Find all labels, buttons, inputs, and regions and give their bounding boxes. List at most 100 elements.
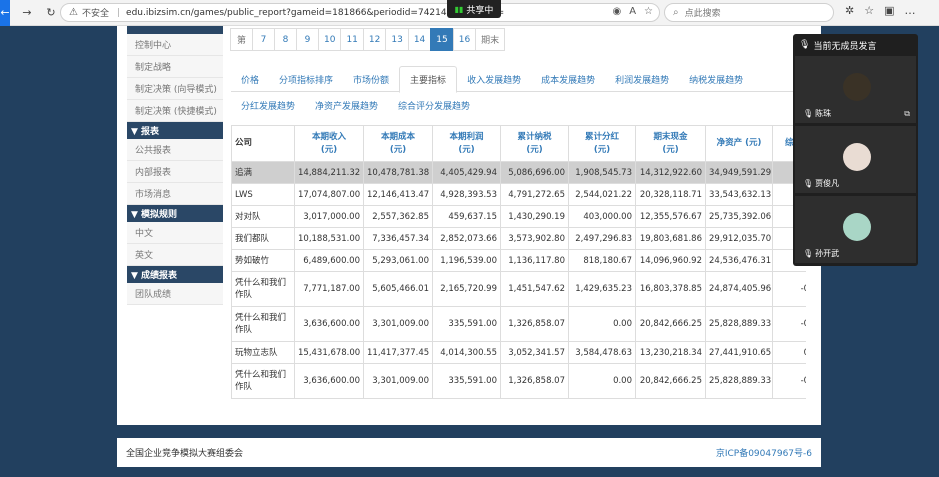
pager-page-10[interactable]: 10 (318, 28, 342, 51)
table-body: 追满 14,884,211.32 10,478,781.38 4,405,429.94… (231, 161, 806, 399)
table-cell-company: 追满 (231, 161, 295, 184)
tab-tax-trend[interactable]: 纳税发展趋势 (679, 66, 753, 92)
table-row: 凭什么和我们作队 3,636,600.00 3,301,009.00 335,591.… (231, 306, 806, 342)
table-cell: 5,086,696.00 (500, 161, 569, 184)
tab-dividend-trend[interactable]: 分红发展趋势 (231, 92, 305, 118)
table-cell-company: 凭什么和我们作队 (231, 271, 295, 307)
col-header-company: 公司 (231, 125, 295, 162)
tab-main-indicators[interactable]: 主要指标 (399, 66, 458, 93)
back-icon[interactable]: ← (0, 0, 10, 26)
address-bar[interactable]: ⚠ 不安全 | edu.ibizsim.cn/games/public_repo… (60, 3, 660, 22)
participant-tile[interactable]: 🎙 贾俊凡 (795, 126, 916, 193)
table-cell-company: 我们都队 (231, 227, 295, 250)
collections-icon[interactable]: ▣ (884, 4, 894, 17)
tab-net-asset-trend[interactable]: 净资产发展趋势 (305, 92, 388, 118)
read-aloud-icon[interactable]: A (629, 6, 636, 17)
participant-tile[interactable]: 🎙 陈珠 ⧉ (795, 56, 916, 123)
sidebar-item-control[interactable]: 控制中心 (127, 34, 223, 56)
sidebar-header-reports[interactable]: ▼ 报表 (127, 122, 223, 139)
table-cell: 3,301,009.00 (363, 306, 433, 342)
report-tabs-row1: 价格 分项指标排序 市场份额 主要指标 收入发展趋势 成本发展趋势 利润发展趋势… (231, 66, 806, 93)
sidebar-item-strategy[interactable]: 制定战略 (127, 56, 223, 78)
table-cell: 1,430,290.19 (500, 205, 569, 228)
more-icon[interactable]: … (905, 4, 916, 17)
table-cell: 14,884,211.32 (294, 161, 364, 184)
sidebar-header-results[interactable]: ▼ 成绩报表 (127, 266, 223, 283)
table-cell: 3,636,600.00 (294, 363, 364, 399)
table-row: 对对队 3,017,000.00 2,557,362.85 459,637.15 1,4… (231, 205, 806, 228)
table-cell: 0.00 (568, 306, 636, 342)
table-cell: 24,874,405.96 (705, 271, 773, 307)
participant-tile[interactable]: 🎙 孙开武 (795, 196, 916, 263)
pager-page-11[interactable]: 11 (340, 28, 364, 51)
pager-page-15[interactable]: 15 (430, 28, 454, 51)
table-cell: 3,573,902.80 (500, 227, 569, 250)
table-row: 我们都队 10,188,531.00 7,336,457.34 2,852,073.6… (231, 227, 806, 250)
sidebar-item-internal-report[interactable]: 内部报表 (127, 161, 223, 183)
table-cell: 6,489,600.00 (294, 249, 364, 272)
footer-icp-link[interactable]: 京ICP备09047967号-6 (716, 446, 812, 459)
tab-ranking[interactable]: 分项指标排序 (269, 66, 343, 92)
search-box[interactable]: ⌕ 点此搜索 (664, 3, 834, 22)
table-row: 势如破竹 6,489,600.00 5,293,061.00 1,196,539.00… (231, 249, 806, 272)
col-header-cost: 本期成本 (元) (363, 125, 433, 162)
forward-icon[interactable]: → (18, 4, 36, 22)
table-cell: 335,591.00 (432, 363, 501, 399)
favorite-icon[interactable]: ☆ (644, 6, 653, 17)
sidebar-header-rules[interactable]: ▼ 模拟规则 (127, 205, 223, 222)
table-cell-company: LWS (231, 183, 295, 206)
table-cell: 1,429,635.23 (568, 271, 636, 307)
table-cell: 3,052,341.57 (500, 341, 569, 364)
table-header-row: 公司 本期收入 (元) 本期成本 (元) 本期利润 (元) 累计纳税 (元) 累… (231, 125, 806, 162)
refresh-icon[interactable]: ↻ (42, 4, 60, 22)
pager-first-label: 第 (230, 28, 253, 51)
sidebar-item-english[interactable]: 英文 (127, 244, 223, 266)
favorites-icon[interactable]: ☆ (864, 4, 874, 17)
pager-page-8[interactable]: 8 (274, 28, 297, 51)
search-icon: ⌕ (673, 7, 679, 18)
sidebar: 控制中心 制定战略 制定决策 (向导模式) 制定决策 (快捷模式) ▼ 报表 公… (127, 26, 223, 320)
microphone-icon: 🎙 (803, 179, 814, 188)
pager-page-12[interactable]: 12 (362, 28, 387, 51)
tab-profit-trend[interactable]: 利润发展趋势 (605, 66, 679, 92)
signal-icon: ▮▮ (454, 4, 464, 14)
table-cell: -0.863 (772, 306, 806, 342)
extensions-icon[interactable]: ✲ (845, 4, 854, 17)
meeting-header: 🎙 当前无成员发言 (793, 34, 918, 56)
avatar (843, 143, 871, 171)
col-header-cash: 期末现金 (元) (635, 125, 706, 162)
tab-revenue-trend[interactable]: 收入发展趋势 (457, 66, 531, 92)
table-cell: 2,544,021.22 (568, 183, 636, 206)
pager-page-7[interactable]: 7 (252, 28, 275, 51)
translate-icon[interactable]: ◉ (612, 6, 621, 17)
tab-cost-trend[interactable]: 成本发展趋势 (531, 66, 605, 92)
indicators-table-wrap[interactable]: 公司 本期收入 (元) 本期成本 (元) 本期利润 (元) 累计纳税 (元) 累… (231, 125, 806, 403)
col-header-net-asset: 净资产 (元) (705, 125, 773, 162)
sidebar-item-market-news[interactable]: 市场消息 (127, 183, 223, 205)
sidebar-item-quick[interactable]: 制定决策 (快捷模式) (127, 100, 223, 122)
sidebar-item-wizard[interactable]: 制定决策 (向导模式) (127, 78, 223, 100)
pager-page-13[interactable]: 13 (385, 28, 409, 51)
tab-price[interactable]: 价格 (231, 66, 269, 92)
table-cell-company: 对对队 (231, 205, 295, 228)
table-cell: 1,196,539.00 (432, 249, 501, 272)
screen-share-icon: ⧉ (904, 109, 910, 118)
table-cell: 12,146,413.47 (363, 183, 433, 206)
pager-last[interactable]: 期末 (475, 28, 506, 51)
table-cell: 20,842,666.25 (635, 306, 706, 342)
tab-score-trend[interactable]: 综合评分发展趋势 (388, 92, 480, 118)
sidebar-item-chinese[interactable]: 中文 (127, 222, 223, 244)
col-header-profit: 本期利润 (元) (432, 125, 501, 162)
table-cell: 3,017,000.00 (294, 205, 364, 228)
table-cell: 0.00 (568, 363, 636, 399)
tab-market-share[interactable]: 市场份额 (343, 66, 399, 92)
sidebar-item-team-score[interactable]: 团队成绩 (127, 283, 223, 305)
screen-share-indicator[interactable]: ▮▮ 共享中 (447, 0, 501, 18)
sidebar-item-public-report[interactable]: 公共报表 (127, 139, 223, 161)
pager-page-9[interactable]: 9 (296, 28, 319, 51)
pager-page-16[interactable]: 16 (452, 28, 477, 51)
table-cell: 13,230,218.34 (635, 341, 706, 364)
table-cell: 34,949,591.29 (705, 161, 773, 184)
pager-page-14[interactable]: 14 (407, 28, 432, 51)
col-header-revenue: 本期收入 (元) (294, 125, 364, 162)
